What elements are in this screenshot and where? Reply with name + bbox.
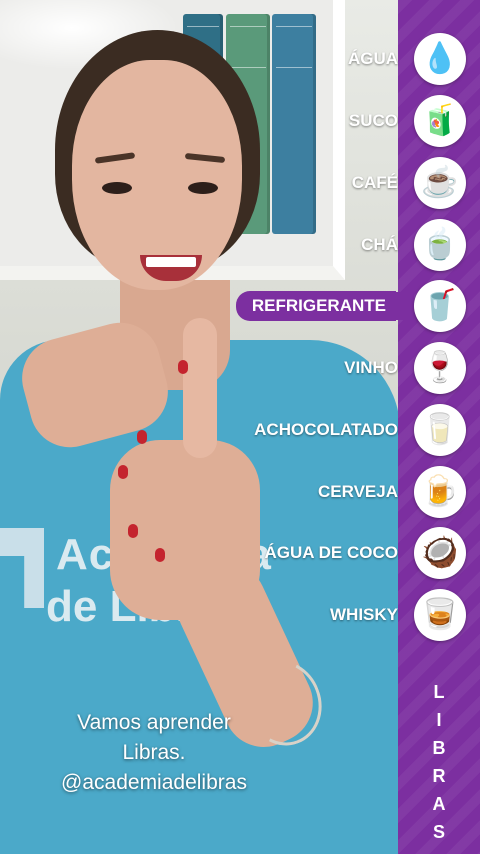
coconut-icon: 🥥	[414, 527, 466, 579]
drink-item-cafe[interactable]: CAFÉ ☕	[352, 155, 466, 211]
caption-line: Libras.	[122, 741, 186, 764]
fingernail	[178, 360, 188, 374]
title-letter: L	[433, 682, 445, 702]
chocolate-milk-glass-icon: 🥛	[414, 404, 466, 456]
drink-label: ÁGUA	[347, 49, 398, 68]
drink-item-whisky[interactable]: WHISKY 🥃	[330, 587, 466, 643]
title-letter: A	[432, 794, 446, 814]
drink-item-agua[interactable]: ÁGUA 💧	[348, 31, 466, 87]
video-caption: Vamos aprender Libras. @academiadelibras	[20, 708, 288, 798]
beer-mug-icon: 🍺	[414, 466, 466, 518]
drink-item-suco[interactable]: SUCO 🧃	[349, 93, 466, 149]
side-panel-title: L I B R A S	[398, 678, 480, 846]
drink-item-refrigerante[interactable]: REFRIGERANTE 🥤	[235, 278, 466, 334]
drink-label: CERVEJA	[318, 482, 398, 501]
drink-item-cerveja[interactable]: CERVEJA 🍺	[318, 464, 466, 520]
drink-label: ÁGUA DE COCO	[264, 543, 399, 562]
drink-label-highlighted: REFRIGERANTE	[235, 291, 396, 321]
coffee-cup-icon: ☕	[414, 157, 466, 209]
drink-label: SUCO	[348, 111, 398, 130]
drink-label: VINHO	[344, 358, 398, 377]
video-frame: Academia de Libras Vamos aprender Libras…	[0, 0, 480, 854]
wine-glass-icon: 🍷	[414, 342, 466, 394]
drink-label: CAFÉ	[351, 173, 398, 192]
drink-item-agua-de-coco[interactable]: ÁGUA DE COCO 🥥	[264, 525, 466, 581]
teeth	[146, 257, 196, 267]
drink-label: CHÁ	[361, 235, 398, 254]
water-drop-icon: 💧	[414, 33, 466, 85]
tea-cup-icon: 🍵	[414, 219, 466, 271]
fingernail	[137, 430, 147, 444]
whisky-glass-icon: 🥃	[414, 589, 466, 641]
title-letter: B	[432, 738, 446, 758]
caption-handle: @academiadelibras	[61, 771, 247, 794]
drink-item-vinho[interactable]: VINHO 🍷	[344, 340, 466, 396]
title-letter: R	[432, 766, 446, 786]
drink-item-achocolatado[interactable]: ACHOCOLATADO 🥛	[254, 402, 466, 458]
book	[272, 14, 316, 234]
title-letter: I	[436, 710, 442, 730]
drink-label: ACHOCOLATADO	[254, 420, 398, 439]
drink-label: WHISKY	[330, 605, 398, 624]
index-finger	[183, 318, 217, 458]
title-letter: S	[432, 822, 445, 842]
fingernail	[155, 548, 165, 562]
drink-item-cha[interactable]: CHÁ 🍵	[361, 217, 466, 273]
eye	[188, 182, 218, 194]
caption-line: Vamos aprender	[77, 711, 231, 734]
juice-box-icon: 🧃	[414, 95, 466, 147]
soda-cup-icon: 🥤	[414, 280, 466, 332]
fingernail	[128, 524, 138, 538]
fingernail	[118, 465, 128, 479]
eye	[102, 182, 132, 194]
